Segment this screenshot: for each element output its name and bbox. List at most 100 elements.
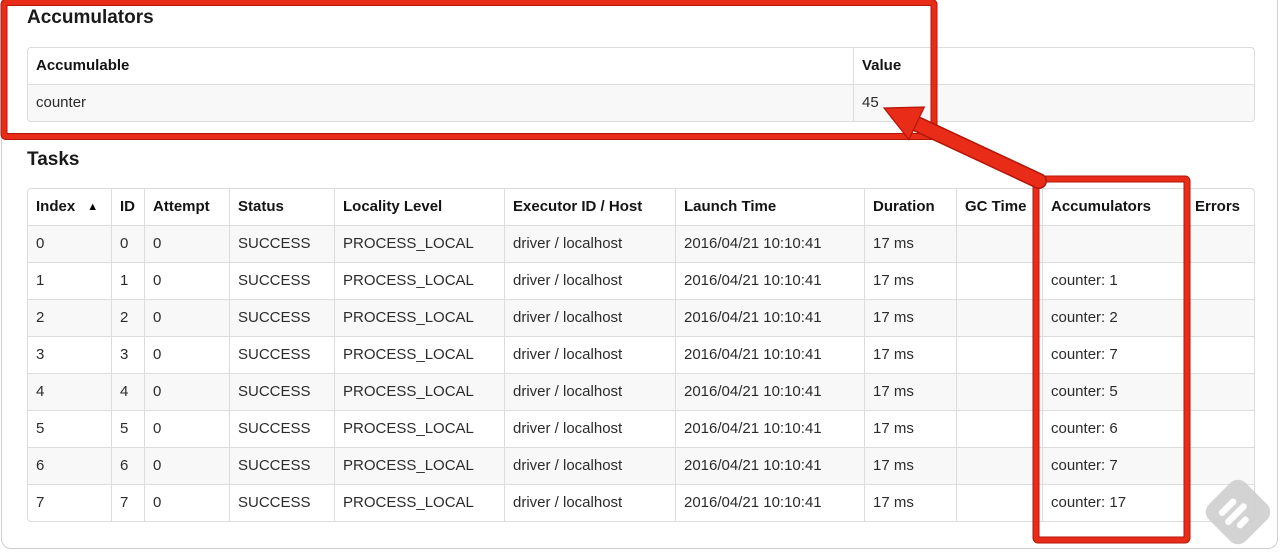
column-header-index-label: Index <box>36 198 76 215</box>
table-cell <box>1042 225 1186 262</box>
column-header-index[interactable]: Index ▲ <box>28 189 111 225</box>
spark-stage-detail-page: Accumulators Accumulable Value counter 45… <box>0 0 1280 556</box>
table-cell: 0 <box>144 336 229 373</box>
table-cell: 2016/04/21 10:10:41 <box>675 225 864 262</box>
table-cell <box>956 225 1042 262</box>
table-cell: 0 <box>144 225 229 262</box>
table-row: 0 0 0 SUCCESS PROCESS_LOCAL driver / localhos… <box>28 225 1254 262</box>
table-cell: counter: 17 <box>1042 484 1186 521</box>
table-cell: 7 <box>28 484 111 521</box>
table-cell: 0 <box>144 262 229 299</box>
column-header-accumulable[interactable]: Accumulable <box>28 48 853 84</box>
table-cell <box>956 484 1042 521</box>
table-cell: SUCCESS <box>229 262 334 299</box>
table-cell <box>1186 484 1254 521</box>
table-cell: 5 <box>111 410 144 447</box>
table-cell: 1 <box>111 262 144 299</box>
table-cell: 17 ms <box>864 410 956 447</box>
table-cell: 17 ms <box>864 484 956 521</box>
table-cell: 2016/04/21 10:10:41 <box>675 484 864 521</box>
table-cell: 0 <box>144 484 229 521</box>
table-cell <box>1186 225 1254 262</box>
table-cell: SUCCESS <box>229 447 334 484</box>
table-cell: 4 <box>28 373 111 410</box>
table-cell: 17 ms <box>864 336 956 373</box>
table-cell: 45 <box>853 84 1254 121</box>
table-cell <box>1186 373 1254 410</box>
table-cell: PROCESS_LOCAL <box>334 262 504 299</box>
table-cell: 2016/04/21 10:10:41 <box>675 262 864 299</box>
accumulators-table-body: counter 45 <box>28 84 1254 121</box>
table-cell: 0 <box>144 410 229 447</box>
table-cell: driver / localhost <box>504 373 675 410</box>
table-cell <box>1186 447 1254 484</box>
column-header-id[interactable]: ID <box>111 189 144 225</box>
accumulators-header-row: Accumulable Value <box>28 48 1254 84</box>
tasks-table: Index ▲ ID Attempt Status Locality Level … <box>27 188 1255 522</box>
table-cell: 17 ms <box>864 225 956 262</box>
column-header-errors[interactable]: Errors <box>1186 189 1254 225</box>
column-header-value[interactable]: Value <box>853 48 1254 84</box>
table-cell: 17 ms <box>864 262 956 299</box>
table-row: 3 3 0 SUCCESS PROCESS_LOCAL driver / localhos… <box>28 336 1254 373</box>
table-cell: 7 <box>111 484 144 521</box>
table-cell: 3 <box>28 336 111 373</box>
table-cell: SUCCESS <box>229 484 334 521</box>
column-header-gc-time[interactable]: GC Time <box>956 189 1042 225</box>
column-header-accumulators[interactable]: Accumulators <box>1042 189 1186 225</box>
column-header-locality-level[interactable]: Locality Level <box>334 189 504 225</box>
table-cell: 2016/04/21 10:10:41 <box>675 336 864 373</box>
column-header-executor-id-host[interactable]: Executor ID / Host <box>504 189 675 225</box>
column-header-duration[interactable]: Duration <box>864 189 956 225</box>
table-cell: 2016/04/21 10:10:41 <box>675 447 864 484</box>
table-cell: driver / localhost <box>504 225 675 262</box>
table-cell: 0 <box>144 373 229 410</box>
table-cell: 2016/04/21 10:10:41 <box>675 410 864 447</box>
table-cell: counter: 5 <box>1042 373 1186 410</box>
table-cell: 6 <box>111 447 144 484</box>
table-row: counter 45 <box>28 84 1254 121</box>
table-cell: PROCESS_LOCAL <box>334 225 504 262</box>
table-cell <box>956 336 1042 373</box>
table-cell: SUCCESS <box>229 336 334 373</box>
table-cell: PROCESS_LOCAL <box>334 336 504 373</box>
column-header-launch-time[interactable]: Launch Time <box>675 189 864 225</box>
table-cell <box>1186 262 1254 299</box>
table-cell: 2016/04/21 10:10:41 <box>675 373 864 410</box>
column-header-status[interactable]: Status <box>229 189 334 225</box>
tasks-table-body: 0 0 0 SUCCESS PROCESS_LOCAL driver / localhos… <box>28 225 1254 521</box>
table-cell: counter: 6 <box>1042 410 1186 447</box>
table-cell: 5 <box>28 410 111 447</box>
table-cell: 0 <box>144 447 229 484</box>
table-cell: counter: 1 <box>1042 262 1186 299</box>
table-cell <box>1186 336 1254 373</box>
table-row: 4 4 0 SUCCESS PROCESS_LOCAL driver / localhos… <box>28 373 1254 410</box>
accumulators-table: Accumulable Value counter 45 <box>27 47 1255 122</box>
tasks-header-row: Index ▲ ID Attempt Status Locality Level … <box>28 189 1254 225</box>
table-cell: counter: 7 <box>1042 447 1186 484</box>
table-cell: 2016/04/21 10:10:41 <box>675 299 864 336</box>
table-cell: driver / localhost <box>504 299 675 336</box>
table-cell: counter: 2 <box>1042 299 1186 336</box>
column-header-attempt[interactable]: Attempt <box>144 189 229 225</box>
table-cell: PROCESS_LOCAL <box>334 373 504 410</box>
table-cell: 17 ms <box>864 299 956 336</box>
table-cell: counter <box>28 84 853 121</box>
table-cell: 0 <box>144 299 229 336</box>
table-cell: driver / localhost <box>504 447 675 484</box>
table-row: 2 2 0 SUCCESS PROCESS_LOCAL driver / localhos… <box>28 299 1254 336</box>
table-cell: 4 <box>111 373 144 410</box>
table-cell: driver / localhost <box>504 336 675 373</box>
table-cell: 0 <box>111 225 144 262</box>
table-cell: 2 <box>28 299 111 336</box>
table-cell: 0 <box>28 225 111 262</box>
table-cell: PROCESS_LOCAL <box>334 299 504 336</box>
table-cell: counter: 7 <box>1042 336 1186 373</box>
table-cell: 17 ms <box>864 373 956 410</box>
table-cell: driver / localhost <box>504 410 675 447</box>
accumulators-section-title: Accumulators <box>27 7 154 28</box>
table-row: 6 6 0 SUCCESS PROCESS_LOCAL driver / localhos… <box>28 447 1254 484</box>
table-cell <box>956 373 1042 410</box>
table-row: 5 5 0 SUCCESS PROCESS_LOCAL driver / localhos… <box>28 410 1254 447</box>
table-cell <box>1186 410 1254 447</box>
